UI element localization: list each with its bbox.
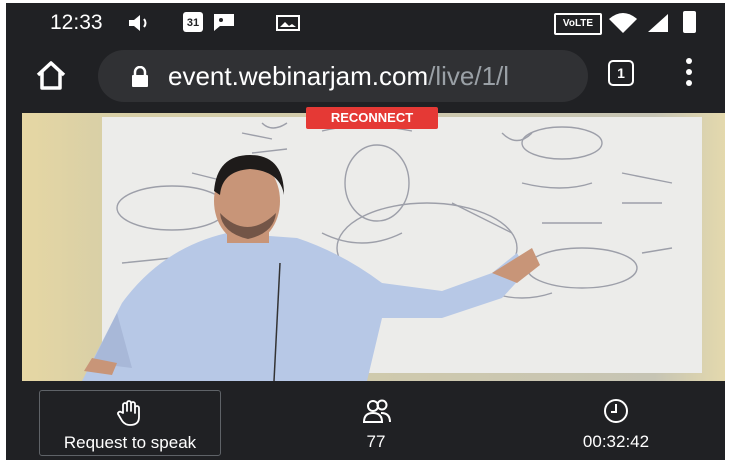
reconnect-button[interactable]: RECONNECT — [306, 107, 438, 129]
clock-icon — [604, 399, 628, 423]
volte-badge: VoLTE — [554, 13, 602, 35]
address-bar[interactable]: event.webinarjam.com/live/1/l — [98, 50, 588, 102]
phone-screen: 12:33 31 VoLTE event.webinarjam.com/live… — [6, 3, 725, 460]
lock-icon[interactable] — [130, 66, 150, 88]
browser-toolbar: event.webinarjam.com/live/1/l 1 — [6, 43, 725, 111]
people-icon — [362, 399, 391, 423]
elapsed-time-value: 00:32:42 — [582, 432, 650, 451]
home-icon[interactable] — [34, 59, 68, 93]
viewer-count-value: 77 — [366, 432, 386, 451]
url-domain: event.webinarjam.com — [168, 61, 429, 91]
raise-hand-icon — [117, 400, 140, 426]
wifi-icon — [609, 13, 637, 33]
tab-switcher-icon[interactable]: 1 — [608, 60, 634, 86]
calendar-icon: 31 — [183, 12, 203, 32]
video-player[interactable] — [22, 113, 725, 381]
request-to-speak-label: Request to speak — [63, 433, 197, 452]
request-to-speak-button[interactable]: Request to speak — [39, 390, 221, 456]
video-frame — [22, 113, 725, 381]
chat-bubble-icon — [214, 14, 234, 31]
signal-icon — [648, 14, 668, 32]
more-vert-icon[interactable] — [684, 57, 694, 87]
status-bar: 12:33 31 VoLTE — [6, 3, 725, 43]
battery-icon — [683, 11, 696, 33]
viewer-count: 77 — [336, 390, 416, 456]
status-time: 12:33 — [50, 11, 103, 34]
webinar-controls: Request to speak 77 00:32:42 — [6, 383, 725, 460]
url-text[interactable]: event.webinarjam.com/live/1/l — [168, 61, 572, 92]
url-path: /live/1/l — [428, 61, 510, 91]
image-icon — [276, 15, 300, 31]
elapsed-timer: 00:32:42 — [566, 390, 666, 456]
volume-icon — [129, 15, 147, 31]
